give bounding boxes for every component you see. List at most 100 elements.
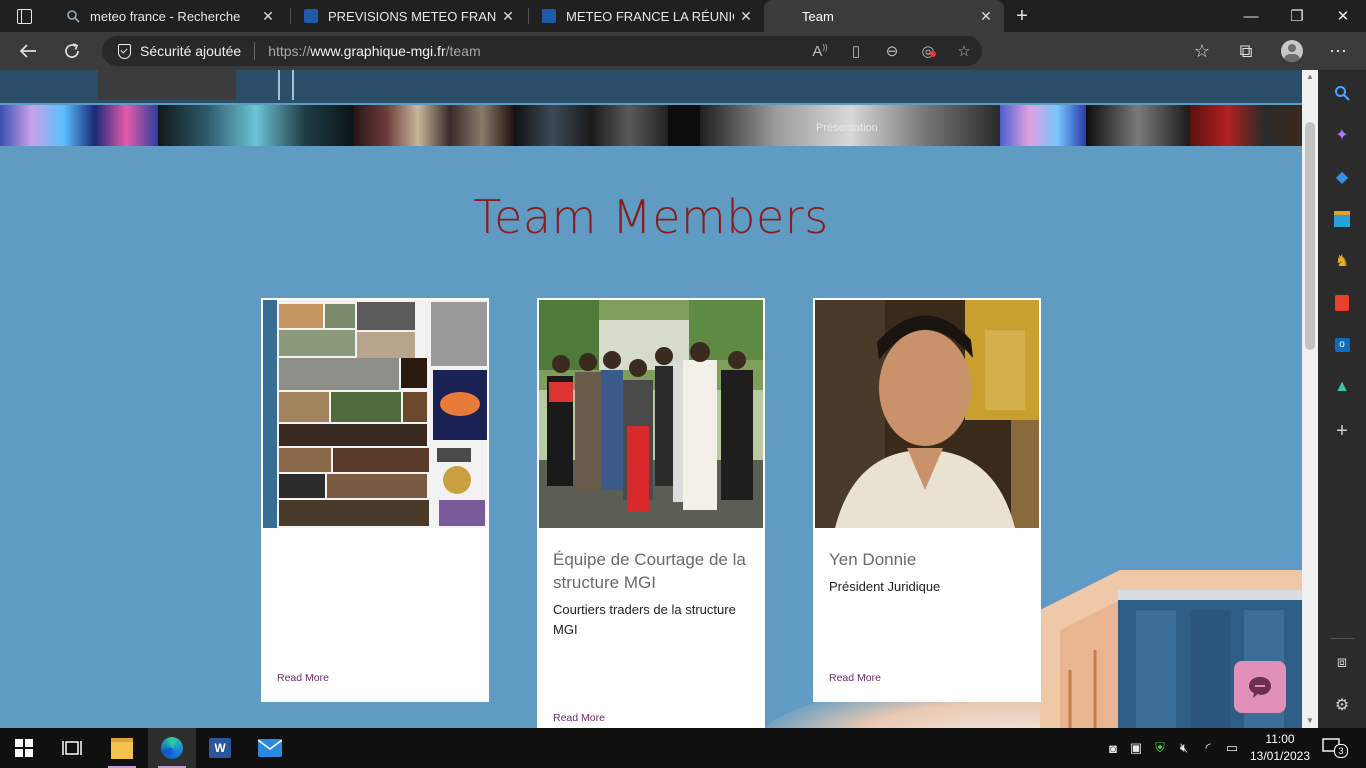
tab-close-icon[interactable]: ✕ [974, 8, 998, 25]
header-image [98, 70, 236, 100]
sidebar-office-button[interactable] [1318, 286, 1366, 320]
avatar [1281, 40, 1303, 62]
member-role: Courtiers traders de la structure MGI [553, 602, 736, 637]
scroll-up-icon[interactable]: ▲ [1302, 70, 1318, 84]
battery-icon[interactable]: ▭ [1220, 740, 1244, 756]
taskbar-clock[interactable]: 11:00 13/01/2023 [1248, 731, 1312, 765]
read-aloud-icon[interactable]: A)) [802, 43, 838, 60]
mail-button[interactable] [246, 728, 294, 768]
tab-title: PREVISIONS METEO FRANCE - Sit [328, 8, 496, 24]
scroll-down-icon[interactable]: ▼ [1302, 714, 1318, 728]
header-image-strip [0, 70, 1302, 103]
back-button[interactable] [12, 37, 44, 65]
tab-close-icon[interactable]: ✕ [734, 8, 758, 25]
team-member-photo[interactable] [263, 300, 487, 528]
collections-button[interactable]: ⧉ [1230, 37, 1262, 65]
sidebar-outlook-button[interactable]: o [1318, 328, 1366, 362]
read-more-link[interactable]: Read More [277, 672, 329, 684]
browser-toolbar: Sécurité ajoutée https://www.graphique-m… [0, 32, 1366, 70]
zoom-out-icon[interactable]: ⊖ [874, 42, 910, 60]
tab-actions-button[interactable] [0, 0, 48, 32]
tab-strip: meteo france - Recherche ✕ PREVISIONS ME… [0, 0, 1366, 32]
member-name: Équipe de Courtage de la structure MGI [553, 550, 746, 592]
team-card: Yen Donnie Président Juridique Read More [813, 298, 1041, 702]
notification-button[interactable]: 3 [1322, 738, 1348, 758]
refresh-button[interactable] [56, 37, 88, 65]
sidebar-add-button[interactable]: + [1318, 414, 1366, 448]
taskbar: W ◙ ▣ ⛨ 🔇︎ ◜ ▭ 11:00 13/01/2023 3 [0, 728, 1366, 768]
banner-collage [0, 105, 1302, 146]
tab-reunion[interactable]: METEO FRANCE LA RÉUNION par ✕ [528, 0, 764, 32]
camera-icon[interactable]: ◙ [1102, 741, 1124, 756]
tab-title: meteo france - Recherche [90, 8, 241, 24]
card-body [263, 528, 487, 544]
tracking-prevention-icon[interactable]: ◎ [910, 42, 946, 60]
tab-previsions[interactable]: PREVISIONS METEO FRANCE - Sit ✕ [290, 0, 526, 32]
tab-close-icon[interactable]: ✕ [256, 8, 280, 25]
page-scrollbar[interactable]: ▲ ▼ [1302, 70, 1318, 728]
shield-icon [118, 43, 131, 59]
tab-actions-icon [16, 8, 32, 24]
tab-meteo-search[interactable]: meteo france - Recherche ✕ [52, 0, 286, 32]
copilot-icon: ✦ [1335, 127, 1349, 144]
sidebar-copilot-button[interactable]: ✦ [1318, 118, 1366, 152]
security-tray-icon[interactable]: ⛨ [1148, 740, 1172, 756]
profile-button[interactable] [1276, 37, 1308, 65]
start-button[interactable] [0, 728, 48, 768]
favorites-button[interactable]: ☆ [1186, 37, 1218, 65]
meet-icon[interactable]: ▣ [1124, 740, 1148, 756]
menu-button[interactable]: ⋯ [1322, 37, 1354, 65]
word-button[interactable]: W [196, 728, 244, 768]
sidebar-split-button[interactable]: ⧈ [1318, 646, 1366, 680]
file-explorer-button[interactable] [98, 728, 146, 768]
sidebar-shopping-button[interactable]: ◆ [1318, 160, 1366, 194]
folder-icon [111, 737, 133, 759]
wifi-icon[interactable]: ◜ [1196, 740, 1220, 756]
back-arrow-icon [19, 44, 36, 58]
read-more-link[interactable]: Read More [553, 712, 605, 724]
task-view-button[interactable] [48, 728, 96, 768]
refresh-icon [65, 43, 79, 58]
add-favorite-icon[interactable]: ☆ [946, 42, 982, 60]
member-role: Président Juridique [829, 579, 941, 594]
close-window-button[interactable]: ✕ [1320, 0, 1366, 32]
tab-close-icon[interactable]: ✕ [496, 8, 520, 25]
restore-button[interactable]: ❐ [1274, 0, 1320, 32]
notification-count: 3 [1334, 744, 1348, 758]
card-body: Équipe de Courtage de la structure MGI C… [539, 528, 763, 640]
tools-icon [1334, 211, 1350, 227]
address-bar-actions: A)) ▯ ⊖ ◎ ☆ [802, 36, 982, 66]
chat-button[interactable] [1234, 661, 1286, 713]
address-divider [254, 42, 256, 60]
drop-icon: ▲ [1334, 378, 1350, 395]
sidebar-games-button[interactable]: ♞ [1318, 244, 1366, 278]
edge-taskbar-button[interactable] [148, 728, 196, 768]
team-member-photo[interactable] [815, 300, 1039, 528]
security-indicator[interactable]: Sécurité ajoutée [102, 36, 241, 66]
settings-icon: ⚙ [1334, 697, 1350, 714]
sidebar-tools-button[interactable] [1318, 202, 1366, 236]
edge-icon [161, 737, 183, 759]
search-icon [1335, 86, 1350, 101]
security-label: Sécurité ajoutée [140, 43, 242, 59]
sidebar-search-button[interactable] [1318, 76, 1366, 110]
shopping-icon: ◆ [1335, 169, 1349, 186]
scroll-thumb[interactable] [1305, 122, 1315, 350]
sidebar-settings-button[interactable]: ⚙ [1318, 688, 1366, 722]
volume-muted-icon[interactable]: 🔇︎ [1172, 740, 1196, 756]
page-title: Team Members [473, 190, 829, 244]
tab-team[interactable]: Team ✕ [764, 0, 1004, 32]
sidebar-drop-button[interactable]: ▲ [1318, 370, 1366, 404]
favorites-icon: ☆ [1193, 40, 1211, 61]
new-tab-button[interactable]: + [1008, 0, 1036, 32]
clock-time: 11:00 [1265, 732, 1295, 746]
address-bar[interactable]: Sécurité ajoutée https://www.graphique-m… [102, 36, 982, 66]
read-more-link[interactable]: Read More [829, 672, 881, 684]
more-icon: ⋯ [1329, 40, 1347, 61]
team-member-photo[interactable] [539, 300, 763, 528]
immersive-reader-icon[interactable]: ▯ [838, 42, 874, 60]
minimize-button[interactable]: — [1228, 0, 1274, 32]
chat-icon [1249, 677, 1271, 698]
games-icon: ♞ [1334, 253, 1350, 270]
clock-date: 13/01/2023 [1249, 749, 1311, 763]
